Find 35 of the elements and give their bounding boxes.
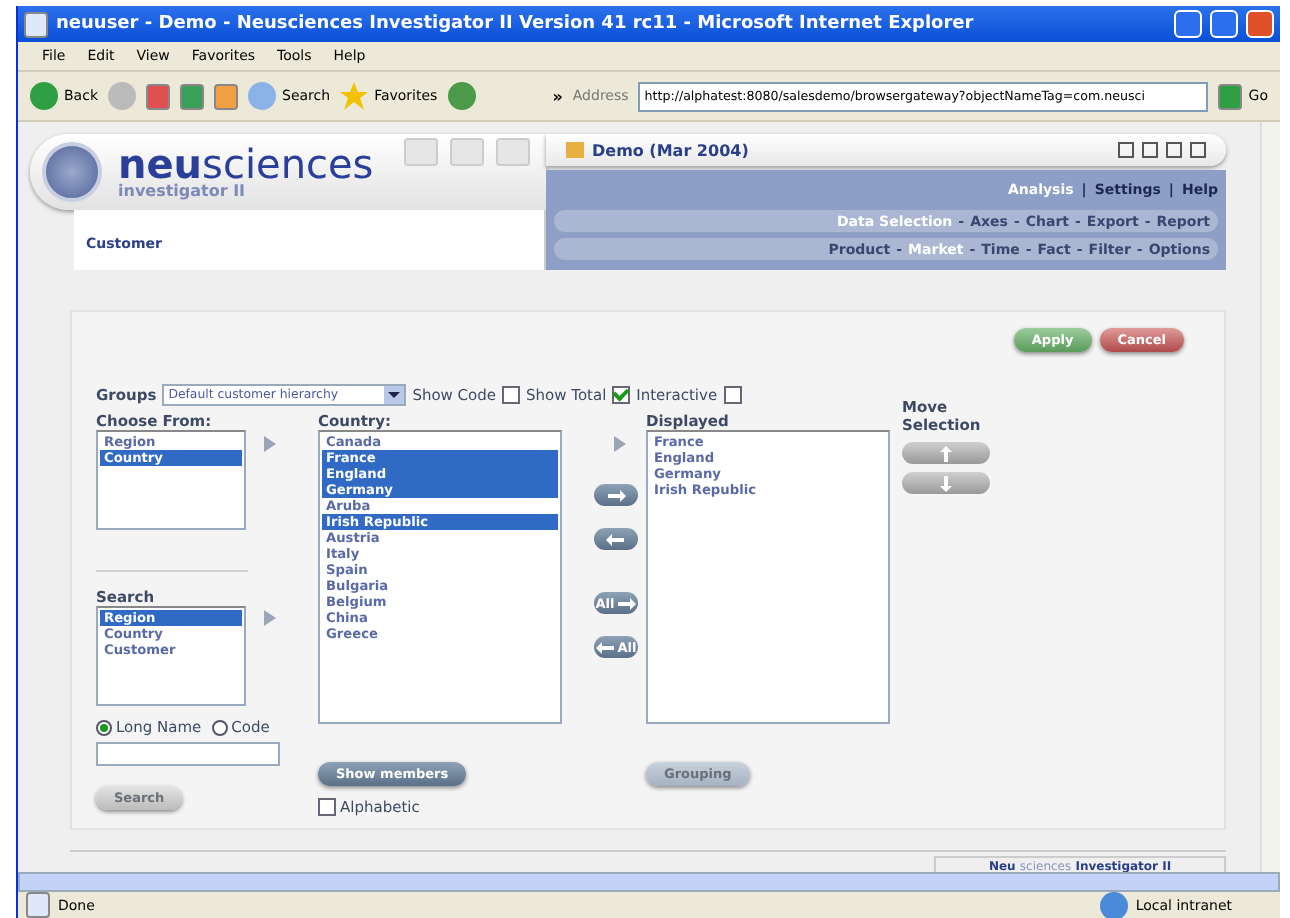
move-down-button[interactable] [902,472,990,494]
up-arrow-icon [936,445,956,461]
star-icon [340,82,369,110]
project-name: Demo (Mar 2004) [592,141,751,159]
expand-arrow-icon [614,436,626,452]
expand-arrow-icon [264,436,276,452]
remove-button[interactable] [594,528,638,550]
close-button[interactable] [1246,10,1274,38]
add-button[interactable] [594,484,638,506]
move-up-button[interactable] [902,442,990,464]
left-arrow-icon [595,639,616,655]
option-checkbox[interactable] [723,386,742,404]
option-checkbox[interactable] [502,386,521,404]
logo-wordmark: neusciences [118,144,374,184]
browser-icon [24,11,48,37]
alphabetic-checkbox[interactable] [318,798,336,816]
mode-radio[interactable] [211,719,228,735]
option-checkbox[interactable] [612,386,631,404]
page-icon [26,892,50,918]
down-arrow-icon [936,475,956,491]
expand-arrow-icon [264,610,276,626]
window-title: neuuser - Demo - Neusciences Investigator II Version 41 rc11 - Microsoft Internet Explorer [56,14,976,34]
minimize-button[interactable] [1174,10,1202,38]
vertical-scrollbar[interactable] [1260,122,1280,872]
mode-radio[interactable] [96,719,112,735]
right-arrow-icon [616,595,637,611]
more-chevron[interactable]: » [552,87,563,105]
horizontal-scrollbar[interactable] [18,872,1280,892]
logo-icon [42,142,102,202]
right-arrow-icon [606,487,626,503]
logo-subtitle: investigator II [118,184,248,200]
left-arrow-icon [606,531,626,547]
maximize-button[interactable] [1210,10,1238,38]
search-field[interactable] [96,742,280,766]
caret-icon [384,386,405,404]
